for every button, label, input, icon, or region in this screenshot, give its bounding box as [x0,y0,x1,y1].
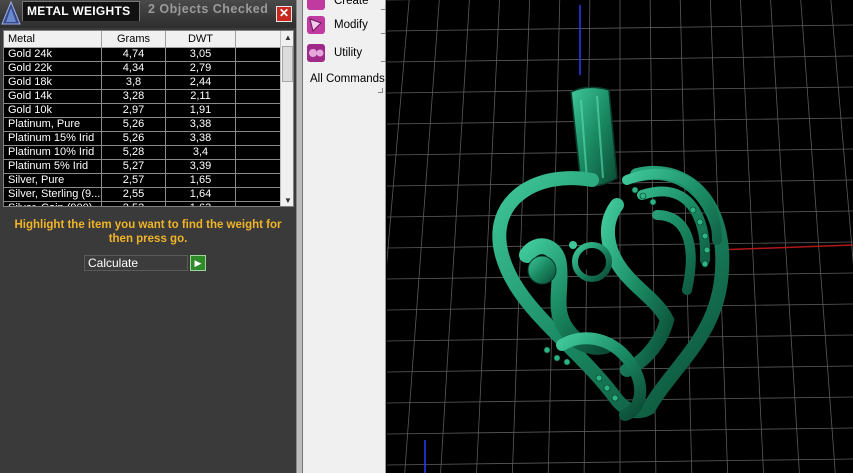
command-panel: Create Modify Utility All Commands [303,0,386,473]
cell-dwt: 3,4 [166,146,236,160]
column-header-dwt[interactable]: DWT [166,31,236,47]
command-utility-corner-icon [381,57,386,62]
cell-grams: 5,26 [102,118,166,132]
command-modify-corner-icon [381,29,386,34]
cell-dwt: 1,65 [166,174,236,188]
cell-grams: 2,57 [102,174,166,188]
cell-grams: 4,34 [102,62,166,76]
cell-grams: 3,28 [102,90,166,104]
command-create-corner-icon [381,5,386,10]
cell-grams: 2,53 [102,202,166,206]
column-header-grams[interactable]: Grams [102,31,166,47]
table-row[interactable]: Platinum 15% Irid 5,26 3,38 [4,132,280,146]
cell-dwt: 1,91 [166,104,236,118]
instructions-text: Highlight the item you want to find the … [0,218,296,246]
cell-grams: 5,28 [102,146,166,160]
command-modify-label: Modify [334,19,368,31]
cell-dwt: 2,44 [166,76,236,90]
table-row[interactable]: Gold 18k 3,8 2,44 [4,76,280,90]
table-scrollbar[interactable]: ▲ ▼ [280,31,293,206]
table-row[interactable]: Silver, Coin (900)2,531,63 [4,202,280,206]
cell-metal: Silver, Pure [4,174,102,188]
cell-dwt: 3,38 [166,132,236,146]
table-row[interactable]: Silver, Sterling (9... 2,55 1,64 [4,188,280,202]
table-header: Metal Grams DWT [4,31,280,48]
command-utility-label: Utility [334,47,363,59]
table-body: Gold 24k 4,74 3,05 Gold 22k 4,34 2,79 Gold 18k… [4,48,280,206]
pendant-model[interactable] [387,0,853,473]
command-create-label: Create [334,0,369,7]
panel-splitter[interactable] [296,0,303,473]
column-header-metal[interactable]: Metal [4,31,102,47]
cell-metal: Platinum 10% Irid [4,146,102,160]
cell-metal: Silver, Coin (900) [4,202,102,206]
create-icon [307,0,325,10]
cell-dwt: 2,11 [166,90,236,104]
cell-metal: Gold 14k [4,90,102,104]
table-row[interactable]: Platinum 5% Irid 5,27 3,39 [4,160,280,174]
table-row[interactable]: Gold 10k 2,97 1,91 [4,104,280,118]
cell-metal: Platinum, Pure [4,118,102,132]
calculate-dropdown[interactable]: Calculate [84,255,188,271]
cell-grams: 2,55 [102,188,166,202]
cell-dwt: 3,38 [166,118,236,132]
scroll-down-arrow-icon[interactable]: ▼ [281,194,293,206]
cell-metal: Gold 24k [4,48,102,62]
utility-icon [307,44,325,62]
go-button[interactable]: ▶ [190,255,206,271]
table-row[interactable]: Platinum, Pure 5,26 3,38 [4,118,280,132]
all-commands-corner-icon [378,88,383,93]
close-button[interactable]: ✕ [276,6,292,22]
cell-metal: Gold 22k [4,62,102,76]
app-window: METAL WEIGHTS 2 Objects Checked ✕ Metal … [0,0,853,473]
panel-title[interactable]: METAL WEIGHTS [22,1,140,21]
all-commands-button[interactable]: All Commands [310,73,385,85]
cell-dwt: 3,05 [166,48,236,62]
table-row[interactable]: Gold 22k 4,34 2,79 [4,62,280,76]
cell-dwt: 2,79 [166,62,236,76]
cell-grams: 2,97 [102,104,166,118]
app-logo-icon [0,0,22,28]
instructions-line-2: then press go. [108,233,188,245]
table-row[interactable]: Gold 24k 4,74 3,05 [4,48,280,62]
table-row[interactable]: Platinum 10% Irid 5,28 3,4 [4,146,280,160]
cell-metal: Gold 10k [4,104,102,118]
3d-viewport[interactable] [387,0,853,473]
scroll-thumb[interactable] [282,46,293,82]
instructions-line-1: Highlight the item you want to find the … [14,219,282,231]
metal-weights-table: Metal Grams DWT Gold 24k 4,74 3,05 Gold 22k… [3,30,294,207]
cell-metal: Gold 18k [4,76,102,90]
panel-titlebar: METAL WEIGHTS 2 Objects Checked ✕ [0,0,296,28]
table-row[interactable]: Silver, Pure 2,57 1,65 [4,174,280,188]
table-row[interactable]: Gold 14k 3,28 2,11 [4,90,280,104]
metal-weights-panel: METAL WEIGHTS 2 Objects Checked ✕ Metal … [0,0,296,473]
cell-metal: Platinum 15% Irid [4,132,102,146]
cell-dwt: 3,39 [166,160,236,174]
cell-metal: Platinum 5% Irid [4,160,102,174]
scroll-up-arrow-icon[interactable]: ▲ [281,31,293,45]
cell-dwt: 1,64 [166,188,236,202]
objects-checked-status: 2 Objects Checked [148,2,269,16]
cell-dwt: 1,63 [166,202,236,206]
cell-grams: 5,27 [102,160,166,174]
cell-metal: Silver, Sterling (9... [4,188,102,202]
modify-icon [307,16,325,34]
cell-grams: 3,8 [102,76,166,90]
x-axis-line [716,244,853,251]
cell-grams: 5,26 [102,132,166,146]
cell-grams: 4,74 [102,48,166,62]
